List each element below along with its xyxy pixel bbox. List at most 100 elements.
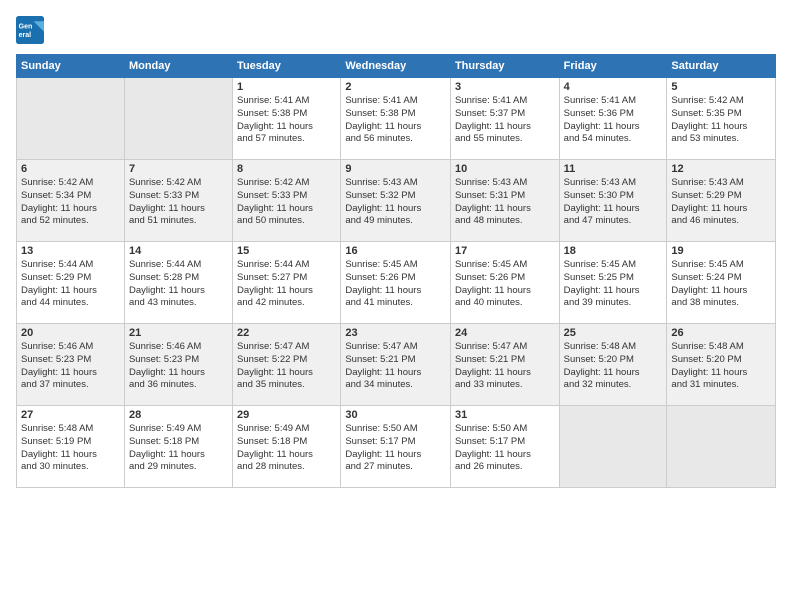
day-info: Sunrise: 5:44 AM Sunset: 5:29 PM Dayligh…: [21, 259, 120, 310]
day-number: 9: [345, 163, 446, 175]
calendar-cell: 27 Sunrise: 5:48 AM Sunset: 5:19 PM Dayli…: [17, 406, 125, 488]
day-info: Sunrise: 5:42 AM Sunset: 5:34 PM Dayligh…: [21, 177, 120, 228]
day-number: 27: [21, 409, 120, 421]
day-number: 8: [237, 163, 336, 175]
day-number: 19: [671, 245, 771, 257]
calendar-table: SundayMondayTuesdayWednesdayThursdayFrid…: [16, 54, 776, 488]
calendar-cell: 21Sunrise: 5:46 AM Sunset: 5:23 PM Dayli…: [124, 324, 232, 406]
calendar-cell: 17Sunrise: 5:45 AM Sunset: 5:26 PM Dayli…: [450, 242, 559, 324]
day-info: Sunrise: 5:43 AM Sunset: 5:31 PM Dayligh…: [455, 177, 555, 228]
calendar-cell: 4 Sunrise: 5:41 AM Sunset: 5:36 PM Daylig…: [559, 78, 667, 160]
calendar-week-row: 1 Sunrise: 5:41 AM Sunset: 5:38 PM Daylig…: [17, 78, 776, 160]
calendar-cell: 7 Sunrise: 5:42 AM Sunset: 5:33 PM Daylig…: [124, 160, 232, 242]
day-number: 20: [21, 327, 120, 339]
day-info: Sunrise: 5:49 AM Sunset: 5:18 PM Dayligh…: [129, 423, 228, 474]
calendar-week-row: 13Sunrise: 5:44 AM Sunset: 5:29 PM Dayli…: [17, 242, 776, 324]
day-number: 3: [455, 81, 555, 93]
day-info: Sunrise: 5:45 AM Sunset: 5:25 PM Dayligh…: [564, 259, 663, 310]
weekday-header-row: SundayMondayTuesdayWednesdayThursdayFrid…: [17, 55, 776, 78]
day-number: 28: [129, 409, 228, 421]
day-info: Sunrise: 5:45 AM Sunset: 5:26 PM Dayligh…: [345, 259, 446, 310]
calendar-cell: 8 Sunrise: 5:42 AM Sunset: 5:33 PM Daylig…: [233, 160, 341, 242]
day-number: 14: [129, 245, 228, 257]
calendar-cell: 13Sunrise: 5:44 AM Sunset: 5:29 PM Dayli…: [17, 242, 125, 324]
day-number: 26: [671, 327, 771, 339]
calendar-cell: 20 Sunrise: 5:46 AM Sunset: 5:23 PM Dayli…: [17, 324, 125, 406]
calendar-cell: 28 Sunrise: 5:49 AM Sunset: 5:18 PM Dayli…: [124, 406, 232, 488]
calendar-cell: 14 Sunrise: 5:44 AM Sunset: 5:28 PM Dayli…: [124, 242, 232, 324]
calendar-cell: 15 Sunrise: 5:44 AM Sunset: 5:27 PM Dayli…: [233, 242, 341, 324]
calendar-cell: 26Sunrise: 5:48 AM Sunset: 5:20 PM Dayli…: [667, 324, 776, 406]
weekday-header: Sunday: [17, 55, 125, 78]
calendar-cell: 16 Sunrise: 5:45 AM Sunset: 5:26 PM Dayli…: [341, 242, 451, 324]
calendar-cell: 3Sunrise: 5:41 AM Sunset: 5:37 PM Daylig…: [450, 78, 559, 160]
day-info: Sunrise: 5:50 AM Sunset: 5:17 PM Dayligh…: [455, 423, 555, 474]
day-number: 16: [345, 245, 446, 257]
day-info: Sunrise: 5:43 AM Sunset: 5:30 PM Dayligh…: [564, 177, 663, 228]
calendar-cell: 22Sunrise: 5:47 AM Sunset: 5:22 PM Dayli…: [233, 324, 341, 406]
weekday-header: Saturday: [667, 55, 776, 78]
day-info: Sunrise: 5:44 AM Sunset: 5:27 PM Dayligh…: [237, 259, 336, 310]
day-info: Sunrise: 5:49 AM Sunset: 5:18 PM Dayligh…: [237, 423, 336, 474]
day-number: 4: [564, 81, 663, 93]
day-number: 5: [671, 81, 771, 93]
calendar-cell: [559, 406, 667, 488]
calendar-cell: 18 Sunrise: 5:45 AM Sunset: 5:25 PM Dayli…: [559, 242, 667, 324]
page: Gen eral SundayMondayTuesdayWednesdayThu…: [0, 0, 792, 612]
weekday-header: Monday: [124, 55, 232, 78]
calendar-cell: 5 Sunrise: 5:42 AM Sunset: 5:35 PM Daylig…: [667, 78, 776, 160]
day-info: Sunrise: 5:47 AM Sunset: 5:21 PM Dayligh…: [455, 341, 555, 392]
calendar-cell: 11 Sunrise: 5:43 AM Sunset: 5:30 PM Dayli…: [559, 160, 667, 242]
weekday-header: Wednesday: [341, 55, 451, 78]
day-number: 6: [21, 163, 120, 175]
day-info: Sunrise: 5:43 AM Sunset: 5:29 PM Dayligh…: [671, 177, 771, 228]
day-info: Sunrise: 5:45 AM Sunset: 5:24 PM Dayligh…: [671, 259, 771, 310]
day-info: Sunrise: 5:47 AM Sunset: 5:22 PM Dayligh…: [237, 341, 336, 392]
day-info: Sunrise: 5:43 AM Sunset: 5:32 PM Dayligh…: [345, 177, 446, 228]
day-info: Sunrise: 5:42 AM Sunset: 5:33 PM Dayligh…: [129, 177, 228, 228]
day-info: Sunrise: 5:44 AM Sunset: 5:28 PM Dayligh…: [129, 259, 228, 310]
calendar-cell: 30 Sunrise: 5:50 AM Sunset: 5:17 PM Dayli…: [341, 406, 451, 488]
svg-text:Gen: Gen: [19, 23, 33, 30]
day-info: Sunrise: 5:50 AM Sunset: 5:17 PM Dayligh…: [345, 423, 446, 474]
day-info: Sunrise: 5:45 AM Sunset: 5:26 PM Dayligh…: [455, 259, 555, 310]
day-number: 30: [345, 409, 446, 421]
calendar-cell: 24Sunrise: 5:47 AM Sunset: 5:21 PM Dayli…: [450, 324, 559, 406]
calendar-cell: 10 Sunrise: 5:43 AM Sunset: 5:31 PM Dayli…: [450, 160, 559, 242]
calendar-week-row: 6 Sunrise: 5:42 AM Sunset: 5:34 PM Daylig…: [17, 160, 776, 242]
calendar-cell: [17, 78, 125, 160]
day-info: Sunrise: 5:41 AM Sunset: 5:36 PM Dayligh…: [564, 95, 663, 146]
calendar-week-row: 20 Sunrise: 5:46 AM Sunset: 5:23 PM Dayli…: [17, 324, 776, 406]
day-info: Sunrise: 5:48 AM Sunset: 5:20 PM Dayligh…: [564, 341, 663, 392]
day-number: 1: [237, 81, 336, 93]
day-number: 25: [564, 327, 663, 339]
day-info: Sunrise: 5:48 AM Sunset: 5:19 PM Dayligh…: [21, 423, 120, 474]
day-number: 23: [345, 327, 446, 339]
calendar-cell: 31Sunrise: 5:50 AM Sunset: 5:17 PM Dayli…: [450, 406, 559, 488]
calendar-cell: 19 Sunrise: 5:45 AM Sunset: 5:24 PM Dayli…: [667, 242, 776, 324]
day-info: Sunrise: 5:42 AM Sunset: 5:35 PM Dayligh…: [671, 95, 771, 146]
day-number: 21: [129, 327, 228, 339]
weekday-header: Thursday: [450, 55, 559, 78]
day-number: 18: [564, 245, 663, 257]
day-number: 12: [671, 163, 771, 175]
calendar-cell: 29 Sunrise: 5:49 AM Sunset: 5:18 PM Dayli…: [233, 406, 341, 488]
day-info: Sunrise: 5:46 AM Sunset: 5:23 PM Dayligh…: [21, 341, 120, 392]
calendar-cell: 6 Sunrise: 5:42 AM Sunset: 5:34 PM Daylig…: [17, 160, 125, 242]
day-info: Sunrise: 5:41 AM Sunset: 5:38 PM Dayligh…: [237, 95, 336, 146]
day-number: 15: [237, 245, 336, 257]
svg-text:eral: eral: [19, 32, 32, 39]
calendar-cell: 12 Sunrise: 5:43 AM Sunset: 5:29 PM Dayli…: [667, 160, 776, 242]
calendar-cell: 25 Sunrise: 5:48 AM Sunset: 5:20 PM Dayli…: [559, 324, 667, 406]
day-number: 2: [345, 81, 446, 93]
day-number: 10: [455, 163, 555, 175]
day-number: 11: [564, 163, 663, 175]
day-info: Sunrise: 5:41 AM Sunset: 5:38 PM Dayligh…: [345, 95, 446, 146]
calendar-cell: 2 Sunrise: 5:41 AM Sunset: 5:38 PM Daylig…: [341, 78, 451, 160]
day-number: 7: [129, 163, 228, 175]
day-info: Sunrise: 5:47 AM Sunset: 5:21 PM Dayligh…: [345, 341, 446, 392]
day-info: Sunrise: 5:42 AM Sunset: 5:33 PM Dayligh…: [237, 177, 336, 228]
logo: Gen eral: [16, 16, 48, 44]
day-number: 29: [237, 409, 336, 421]
weekday-header: Tuesday: [233, 55, 341, 78]
